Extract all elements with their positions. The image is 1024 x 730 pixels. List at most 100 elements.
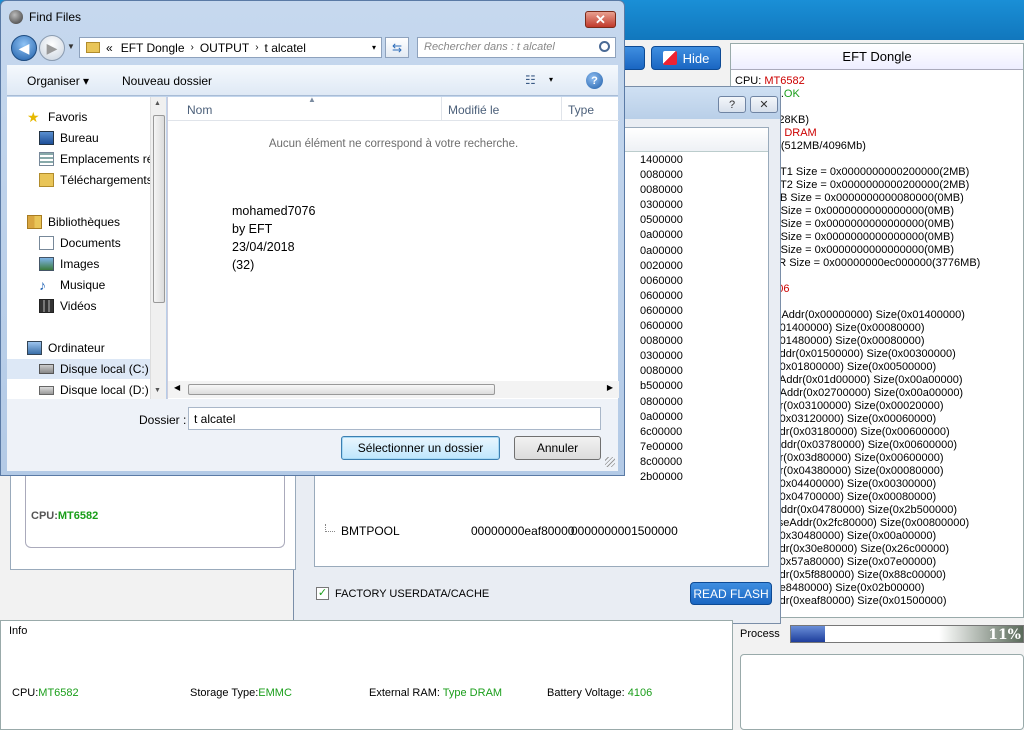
scroll-up-icon[interactable]: ▲ <box>154 100 161 107</box>
app-icon <box>9 10 23 24</box>
device-inner-frame <box>25 470 285 548</box>
back-button[interactable]: ◀ <box>11 35 37 61</box>
nav-disque-d[interactable]: Disque local (D:) <box>7 380 157 399</box>
info-ram: External RAM: Type DRAM <box>369 687 502 699</box>
scroll-thumb[interactable] <box>188 384 495 395</box>
view-options-icon[interactable]: ☷ <box>525 73 536 87</box>
info-battery-value: 4106 <box>627 687 653 699</box>
breadcrumb-output[interactable]: OUTPUT <box>200 41 249 55</box>
info-cpu-label: CPU: <box>12 687 39 699</box>
nav-label: Images <box>60 257 100 271</box>
info-storage-value: EMMC <box>258 687 292 699</box>
column-separator[interactable] <box>561 97 562 121</box>
watermark-line: mohamed7076 <box>232 204 316 218</box>
search-input[interactable]: Rechercher dans : t alcatel <box>417 37 616 58</box>
nav-telechargements[interactable]: Téléchargements <box>7 170 157 190</box>
info-ram-label: External RAM: <box>369 687 440 699</box>
search-placeholder: Rechercher dans : t alcatel <box>424 41 555 53</box>
nav-label: Musique <box>60 278 106 292</box>
info-ram-value: Type DRAM <box>442 687 503 699</box>
dialog-title-text: Find Files <box>29 10 82 24</box>
nav-documents[interactable]: Documents <box>7 233 157 253</box>
scroll-thumb[interactable] <box>153 115 165 303</box>
dialog-footer: Dossier : t alcatel Sélectionner un doss… <box>7 399 618 471</box>
hide-icon <box>662 51 677 65</box>
read-flash-button[interactable]: READ FLASH <box>690 582 772 605</box>
view-dropdown-icon[interactable]: ▾ <box>549 75 553 84</box>
watermark-text: mohamed7076 by EFT 23/04/2018 (32) <box>232 202 315 274</box>
column-header: ▲ Nom Modifié le Type <box>168 95 619 121</box>
organize-menu[interactable]: Organiser ▾ <box>27 74 89 88</box>
nav-emplacements[interactable]: Emplacements réce <box>7 149 166 169</box>
nav-favoris[interactable]: ★ Favoris <box>7 107 157 127</box>
breadcrumb-separator[interactable]: › <box>255 42 258 53</box>
refresh-icon: ⇆ <box>391 40 403 55</box>
nav-label: Disque local (D:) <box>60 383 149 397</box>
process-label: Process <box>740 628 780 640</box>
partition-address: 00000000eaf80000 <box>471 524 575 538</box>
partition-name: BMTPOOL <box>341 524 400 538</box>
factory-checkbox-label: FACTORY USERDATA/CACHE <box>335 587 490 600</box>
table-row[interactable]: BMTPOOL 00000000eaf80000 000000000150000… <box>325 524 765 540</box>
videos-icon <box>39 299 54 313</box>
dialog-close-button[interactable]: ✕ <box>750 96 778 113</box>
arrow-left-icon: ◀ <box>18 39 30 56</box>
address-dropdown-icon[interactable]: ▾ <box>372 43 376 52</box>
hide-button[interactable]: Hide <box>651 46 721 70</box>
nav-label: Ordinateur <box>48 341 105 355</box>
breadcrumb-separator[interactable]: › <box>191 42 194 53</box>
info-battery-label: Battery Voltage: <box>547 687 625 699</box>
column-modified[interactable]: Modifié le <box>448 103 499 117</box>
checkmark-icon: ✓ <box>316 587 329 600</box>
watermark-line: by EFT <box>232 222 273 236</box>
history-dropdown-icon[interactable]: ▼ <box>67 42 75 51</box>
nav-bureau[interactable]: Bureau <box>7 128 157 148</box>
partition-size: 0000000001500000 <box>571 524 678 538</box>
nav-scrollbar[interactable]: ▲ ▼ <box>150 97 166 399</box>
nav-label: Téléchargements <box>60 173 153 187</box>
breadcrumb-eft-dongle[interactable]: EFT Dongle <box>121 41 185 55</box>
close-button[interactable]: ✕ <box>585 11 616 28</box>
resize-grip-icon[interactable] <box>605 457 615 467</box>
search-icon <box>599 41 610 52</box>
downloads-icon <box>39 173 54 187</box>
nav-images[interactable]: Images <box>7 254 157 274</box>
select-folder-button[interactable]: Sélectionner un dossier <box>341 436 500 460</box>
scroll-left-icon[interactable]: ◀ <box>174 383 180 392</box>
nav-videos[interactable]: Vidéos <box>7 296 157 316</box>
folder-input[interactable]: t alcatel <box>188 407 601 430</box>
forward-button[interactable]: ▶ <box>39 35 65 61</box>
help-icon[interactable]: ? <box>586 72 603 89</box>
dialog-help-button[interactable]: ? <box>718 96 746 113</box>
star-icon: ★ <box>27 109 40 125</box>
address-bar[interactable]: « EFT Dongle › OUTPUT › t alcatel ▾ <box>79 37 382 58</box>
file-list[interactable]: ▲ Nom Modifié le Type Aucun élément ne c… <box>167 95 619 399</box>
column-name[interactable]: Nom <box>187 103 212 117</box>
new-folder-button[interactable]: Nouveau dossier <box>122 74 212 88</box>
sort-caret-icon: ▲ <box>308 95 316 104</box>
cancel-button[interactable]: Annuler <box>514 436 601 460</box>
breadcrumb-t-alcatel[interactable]: t alcatel <box>265 41 306 55</box>
nav-label: Favoris <box>48 110 88 124</box>
documents-icon <box>39 236 54 250</box>
nav-bibliotheques[interactable]: Bibliothèques <box>7 212 157 232</box>
progress-bar: 11% <box>790 625 1024 643</box>
breadcrumb-overflow[interactable]: « <box>106 41 113 55</box>
refresh-button[interactable]: ⇆ <box>385 37 409 58</box>
nav-musique[interactable]: ♪ Musique <box>7 275 157 295</box>
find-files-dialog: Find Files ✕ ◀ ▶ ▼ « EFT Dongle › OUTPUT… <box>0 0 625 476</box>
scroll-right-icon[interactable]: ▶ <box>607 383 613 392</box>
nav-disque-c[interactable]: Disque local (C:) <box>7 359 157 379</box>
info-battery: Battery Voltage: 4106 <box>547 687 652 699</box>
empty-message: Aucun élément ne correspond à votre rech… <box>268 138 519 150</box>
drive-icon <box>39 364 54 374</box>
horizontal-scrollbar[interactable]: ◀ ▶ <box>168 381 619 398</box>
column-type[interactable]: Type <box>568 103 594 117</box>
cpu-label: CPU: <box>31 510 58 522</box>
nav-label: Disque local (C:) <box>60 362 149 376</box>
process-output-box <box>740 654 1024 730</box>
nav-ordinateur[interactable]: Ordinateur <box>7 338 157 358</box>
column-separator[interactable] <box>441 97 442 121</box>
factory-userdata-checkbox[interactable]: ✓ FACTORY USERDATA/CACHE <box>316 587 489 600</box>
scroll-down-icon[interactable]: ▼ <box>154 387 161 394</box>
